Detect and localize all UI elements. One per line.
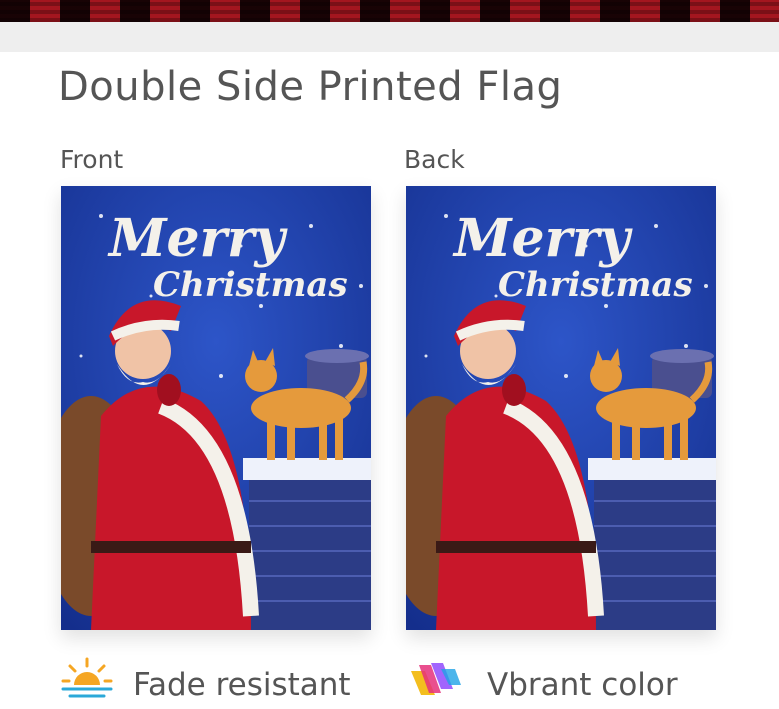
flag-christmas-text: Christmas (498, 265, 693, 305)
fade-resistant-label: Fade resistant (133, 667, 351, 703)
page-title: Double Side Printed Flag (58, 64, 563, 110)
front-flag-image: Merry Christmas (61, 186, 371, 630)
back-flag-image: Merry Christmas (406, 186, 716, 630)
flag-merry-text: Merry (107, 208, 288, 269)
back-label: Back (404, 145, 465, 174)
color-petals-icon (405, 655, 463, 705)
vibrant-color-label: Vbrant color (487, 667, 678, 703)
flag-merry-text: Merry (452, 208, 633, 269)
flag-christmas-text: Christmas (153, 265, 348, 305)
buffalo-plaid-banner (0, 0, 779, 22)
front-label: Front (60, 145, 124, 174)
grey-band (0, 22, 779, 52)
sun-icon (58, 655, 116, 705)
